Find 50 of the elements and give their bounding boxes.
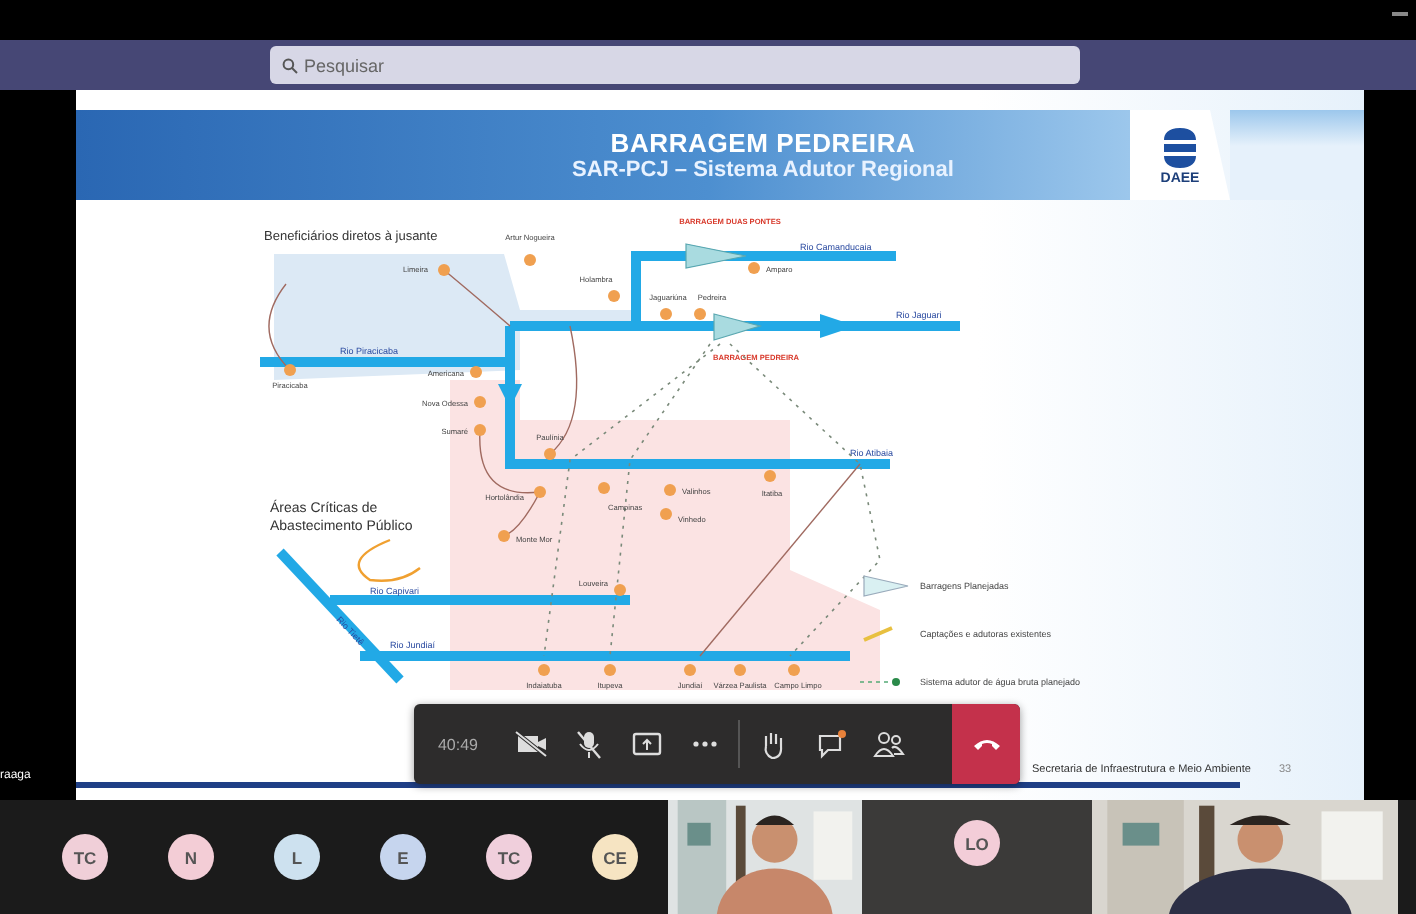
pipeline-line — [268, 283, 291, 371]
slide-subtitle: SAR-PCJ – Sistema Adutor Regional — [572, 158, 954, 182]
avatar: TC — [62, 834, 108, 880]
town-dot — [614, 584, 626, 596]
search-field[interactable]: Pesquisar — [270, 46, 1080, 84]
town-dot — [438, 264, 450, 276]
town-dot — [608, 290, 620, 302]
town-dot — [524, 254, 536, 266]
avatar: L — [274, 834, 320, 880]
avatar: E — [380, 834, 426, 880]
town-dot — [284, 364, 296, 376]
town-dot — [470, 366, 482, 378]
town-dot — [474, 396, 486, 408]
town-dot — [748, 262, 760, 274]
avatar: TC — [486, 834, 532, 880]
town-dot — [598, 482, 610, 494]
planned-pipeline-icon — [859, 678, 900, 686]
town-dot — [474, 424, 486, 436]
camera-off-icon — [514, 727, 548, 761]
people-icon — [872, 727, 906, 761]
avatar: LO — [954, 820, 1000, 866]
chat-icon — [814, 727, 848, 761]
town-dot — [604, 664, 616, 676]
town-dot — [660, 308, 672, 320]
pipeline-line — [443, 269, 511, 327]
town-dot — [544, 448, 556, 460]
town-dot — [660, 508, 672, 520]
slide-title: BARRAGEM PEDREIRA — [610, 128, 916, 158]
hang-up-icon — [973, 736, 999, 752]
avatar: CE — [592, 834, 638, 880]
town-dot — [694, 308, 706, 320]
dam-icon — [863, 575, 909, 597]
search-icon — [282, 57, 298, 73]
call-timer: 40:49 — [435, 733, 481, 757]
more-icon — [692, 740, 718, 748]
dam-icon — [685, 243, 747, 269]
town-dot — [684, 664, 696, 676]
share-screen-icon — [630, 727, 664, 761]
dam-icon — [713, 313, 763, 341]
town-dot — [498, 530, 510, 542]
town-dot — [734, 664, 746, 676]
town-dot — [664, 484, 676, 496]
town-dot — [538, 664, 550, 676]
town-dot — [534, 486, 546, 498]
town-dot — [764, 470, 776, 482]
town-dot — [788, 664, 800, 676]
avatar: N — [168, 834, 214, 880]
pipeline-icon — [863, 626, 893, 642]
logo-icon — [1160, 125, 1200, 169]
mic-off-icon — [572, 727, 606, 761]
